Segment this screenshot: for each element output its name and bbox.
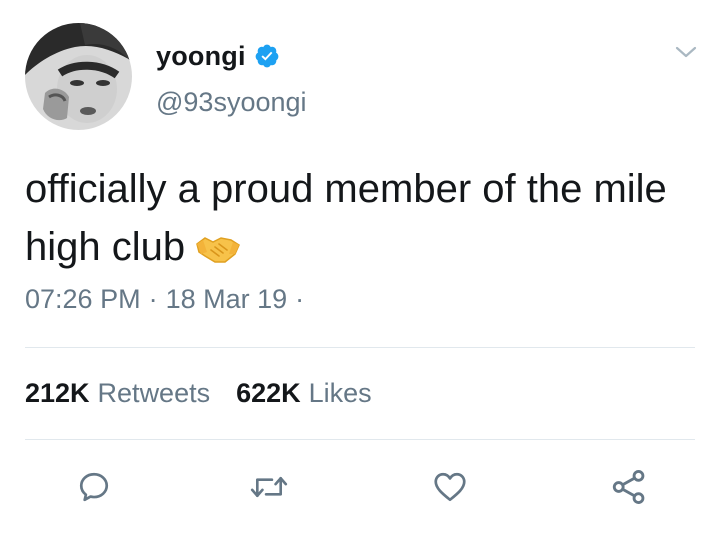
tweet-body: officially a proud member of the mile hi… bbox=[25, 167, 667, 269]
author-name-row[interactable]: yoongi bbox=[156, 39, 280, 73]
tweet-timestamp[interactable]: 07:26 PM · 18 Mar 19 · bbox=[25, 284, 312, 315]
likes-label: Likes bbox=[308, 378, 372, 408]
tweet-menu-button[interactable] bbox=[674, 44, 698, 60]
retweet-button[interactable] bbox=[244, 462, 294, 512]
chevron-down-icon bbox=[675, 46, 697, 58]
share-icon bbox=[612, 470, 645, 504]
verified-badge-icon bbox=[255, 44, 279, 68]
user-handle[interactable]: @93syoongi bbox=[156, 87, 307, 118]
tweet-actions bbox=[0, 462, 720, 512]
reply-icon bbox=[79, 472, 109, 502]
share-button[interactable] bbox=[604, 462, 654, 512]
handshake-emoji-icon bbox=[195, 224, 241, 282]
heart-icon bbox=[434, 472, 466, 502]
retweets-label: Retweets bbox=[97, 378, 211, 408]
avatar[interactable] bbox=[25, 23, 132, 130]
tweet-date: 18 Mar 19 bbox=[165, 284, 288, 314]
retweets-count: 212K bbox=[25, 378, 90, 408]
tweet-stats: 212K Retweets 622K Likes bbox=[25, 378, 372, 409]
avatar-image bbox=[25, 23, 132, 130]
tweet-time: 07:26 PM bbox=[25, 284, 141, 314]
retweet-icon bbox=[250, 476, 288, 498]
likes-stat[interactable]: 622K Likes bbox=[236, 378, 372, 409]
reply-button[interactable] bbox=[69, 462, 119, 512]
divider-bottom bbox=[25, 439, 695, 440]
tweet-text: officially a proud member of the mile hi… bbox=[25, 160, 695, 282]
divider-top bbox=[25, 347, 695, 348]
like-button[interactable] bbox=[425, 462, 475, 512]
likes-count: 622K bbox=[236, 378, 301, 408]
meta-separator: · bbox=[148, 284, 158, 314]
display-name[interactable]: yoongi bbox=[156, 41, 246, 72]
meta-separator-trailing: · bbox=[295, 284, 305, 314]
retweets-stat[interactable]: 212K Retweets bbox=[25, 378, 210, 409]
